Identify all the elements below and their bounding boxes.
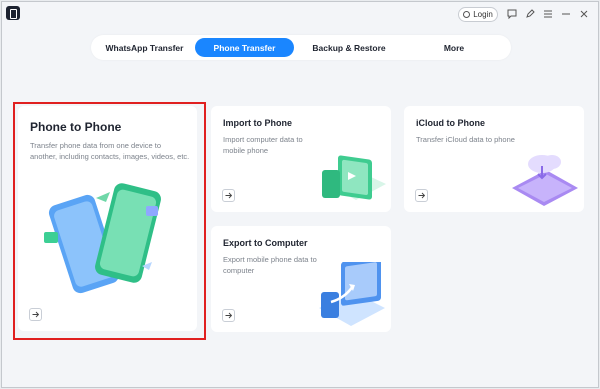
icloud-illustration (512, 155, 578, 206)
card-export-to-computer[interactable]: Export to Computer Export mobile phone d… (211, 226, 391, 332)
feedback-icon[interactable] (506, 8, 518, 20)
open-arrow-button[interactable] (415, 189, 428, 202)
tab-phone-transfer[interactable]: Phone Transfer (195, 38, 294, 57)
close-icon[interactable] (578, 8, 590, 20)
edit-icon[interactable] (524, 8, 536, 20)
menu-icon[interactable] (542, 8, 554, 20)
import-illustration (322, 155, 386, 200)
tab-backup-restore[interactable]: Backup & Restore (294, 38, 404, 57)
app-window: Login WhatsApp Transfer Phone Transfer B… (1, 1, 599, 388)
open-arrow-button[interactable] (222, 189, 235, 202)
tab-whatsapp-transfer[interactable]: WhatsApp Transfer (95, 38, 194, 57)
card-description: Import computer data to mobile phone (223, 135, 303, 155)
login-button[interactable]: Login (458, 7, 498, 22)
export-illustration (319, 262, 385, 326)
user-icon (463, 11, 471, 18)
card-title: Export to Computer (223, 238, 308, 248)
card-title: Import to Phone (223, 118, 292, 128)
card-import-to-phone[interactable]: Import to Phone Import computer data to … (211, 106, 391, 212)
card-icloud-to-phone[interactable]: iCloud to Phone Transfer iCloud data to … (404, 106, 584, 212)
card-title: iCloud to Phone (416, 118, 485, 128)
open-arrow-button[interactable] (222, 309, 235, 322)
mode-tabs: WhatsApp Transfer Phone Transfer Backup … (91, 35, 511, 60)
tab-more[interactable]: More (404, 38, 504, 57)
login-label: Login (473, 10, 493, 19)
app-logo-icon (6, 6, 20, 20)
minimize-icon[interactable] (560, 8, 572, 20)
card-description: Transfer iCloud data to phone (416, 135, 515, 144)
selection-highlight (13, 102, 206, 340)
